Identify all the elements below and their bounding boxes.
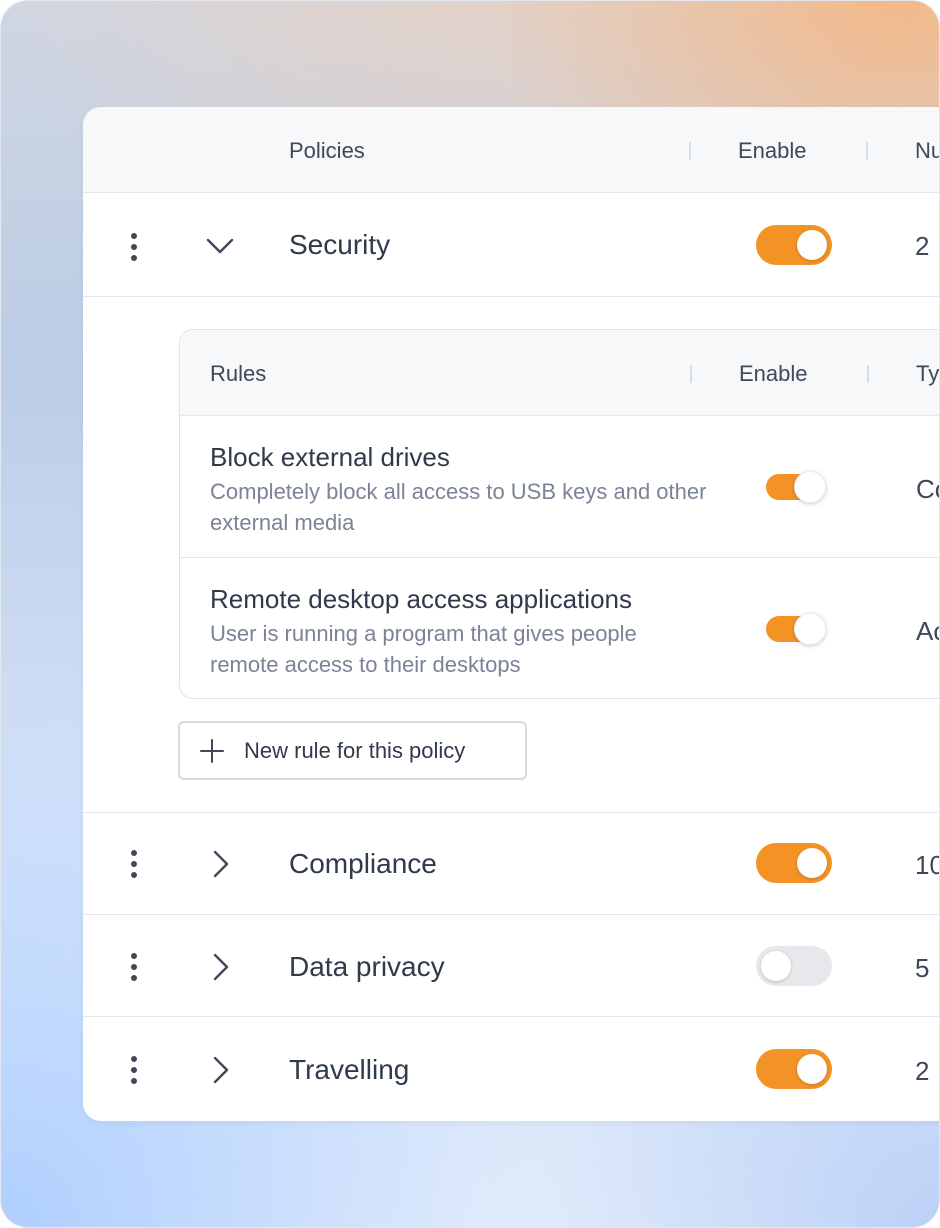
more-options-icon[interactable] [129, 951, 139, 983]
policy-name: Compliance [289, 848, 437, 879]
column-resize-handle[interactable] [867, 365, 869, 383]
policy-name: Travelling [289, 1054, 410, 1085]
enable-toggle[interactable] [756, 1049, 832, 1089]
column-resize-handle[interactable] [866, 142, 868, 160]
column-header-rules[interactable]: Rules [210, 363, 266, 385]
policy-count: 2 [915, 231, 930, 261]
policy-expanded-panel: Rules Enable Ty Block external drives Co… [83, 297, 939, 813]
more-options-icon[interactable] [129, 1054, 139, 1086]
rule-title: Block external drives [210, 442, 450, 472]
rule-type: Ac [916, 616, 939, 646]
enable-toggle[interactable] [756, 225, 832, 265]
more-options-icon[interactable] [129, 231, 139, 263]
chevron-down-icon[interactable] [205, 231, 235, 261]
rule-row[interactable]: Block external drives Completely block a… [180, 416, 939, 558]
more-options-icon[interactable] [129, 848, 139, 880]
column-resize-handle[interactable] [689, 142, 691, 160]
policy-row-compliance[interactable]: Compliance 10 [83, 813, 939, 915]
policy-count: 10 [915, 850, 939, 880]
rule-type: Co [916, 474, 939, 504]
rules-table-header: Rules Enable Ty [180, 330, 939, 416]
policy-count: 2 [915, 1056, 930, 1086]
policy-name: Security [289, 229, 391, 260]
rule-enable-toggle[interactable] [766, 613, 826, 645]
background-frame: Policies Enable Nu Security 2 Rules [0, 0, 940, 1228]
policy-name: Data privacy [289, 951, 445, 982]
plus-icon [200, 739, 224, 763]
rule-description: User is running a program that gives peo… [210, 621, 637, 677]
chevron-right-icon[interactable] [205, 849, 235, 879]
rule-row[interactable]: Remote desktop access applications User … [180, 558, 939, 698]
column-header-policies[interactable]: Policies [289, 140, 365, 162]
rule-description: Completely block all access to USB keys … [210, 479, 707, 535]
chevron-right-icon[interactable] [205, 952, 235, 982]
policy-count: 5 [915, 953, 930, 983]
column-header-enable[interactable]: Enable [738, 140, 807, 162]
rules-table: Rules Enable Ty Block external drives Co… [179, 329, 939, 699]
policy-row-data-privacy[interactable]: Data privacy 5 [83, 915, 939, 1017]
new-rule-button-label: New rule for this policy [244, 738, 466, 763]
column-header-number[interactable]: Nu [915, 140, 939, 162]
rule-enable-toggle[interactable] [766, 471, 826, 503]
policies-table-header: Policies Enable Nu [83, 107, 939, 193]
column-header-rule-enable[interactable]: Enable [739, 363, 808, 385]
policy-row-security[interactable]: Security 2 [83, 193, 939, 297]
rule-title: Remote desktop access applications [210, 584, 633, 614]
enable-toggle[interactable] [756, 843, 832, 883]
enable-toggle[interactable] [756, 946, 832, 986]
policies-table: Policies Enable Nu Security 2 Rules [83, 107, 939, 1121]
chevron-right-icon[interactable] [205, 1055, 235, 1085]
policy-row-travelling[interactable]: Travelling 2 [83, 1017, 939, 1121]
column-resize-handle[interactable] [690, 365, 692, 383]
new-rule-button[interactable]: New rule for this policy [178, 721, 527, 780]
column-header-type[interactable]: Ty [916, 363, 939, 385]
